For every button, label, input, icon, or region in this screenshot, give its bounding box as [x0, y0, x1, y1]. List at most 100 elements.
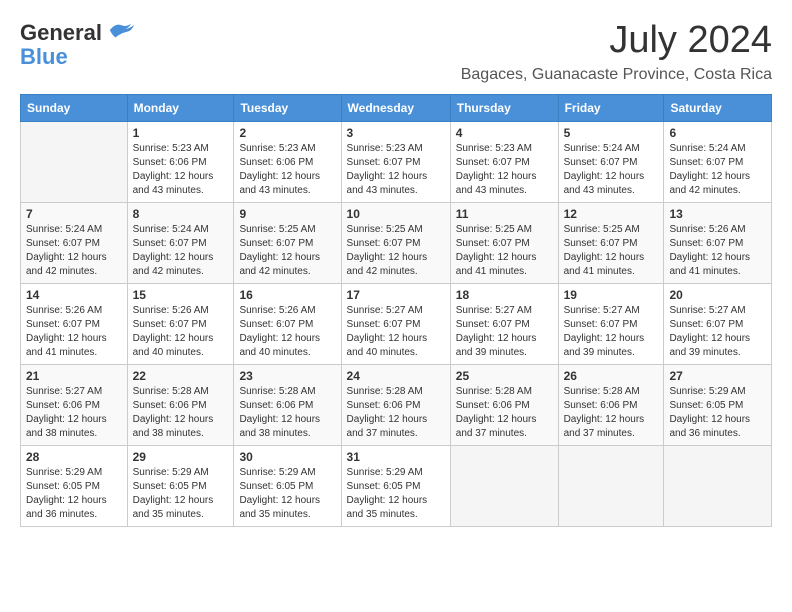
- table-row: 23 Sunrise: 5:28 AM Sunset: 6:06 PM Dayli…: [234, 364, 341, 445]
- day-info: Sunrise: 5:29 AM Sunset: 6:05 PM Dayligh…: [133, 466, 229, 522]
- table-row: 13 Sunrise: 5:26 AM Sunset: 6:07 PM Dayli…: [664, 202, 772, 283]
- table-row: 17Sunrise: 5:27 AM Sunset: 6:07 PM Dayli…: [341, 283, 450, 364]
- logo-blue-text: Blue: [20, 45, 68, 69]
- table-row: 1 Sunrise: 5:23 AM Sunset: 6:06 PM Daylig…: [127, 121, 234, 202]
- day-number: 18: [456, 288, 553, 302]
- day-number: 21: [26, 369, 122, 383]
- day-number: 13: [669, 207, 766, 221]
- table-row: 2 Sunrise: 5:23 AM Sunset: 6:06 PM Daylig…: [234, 121, 341, 202]
- calendar-header-row: Sunday Monday Tuesday Wednesday Thursday…: [21, 94, 772, 121]
- table-row: 11 Sunrise: 5:25 AM Sunset: 6:07 PM Dayli…: [450, 202, 558, 283]
- table-row: 25 Sunrise: 5:28 AM Sunset: 6:06 PM Dayli…: [450, 364, 558, 445]
- day-number: 8: [133, 207, 229, 221]
- day-info: Sunrise: 5:26 AM Sunset: 6:07 PM Dayligh…: [669, 223, 766, 279]
- day-number: 6: [669, 126, 766, 140]
- day-info: Sunrise: 5:23 AM Sunset: 6:07 PM Dayligh…: [456, 142, 553, 198]
- day-number: 19: [564, 288, 659, 302]
- table-row: 4 Sunrise: 5:23 AM Sunset: 6:07 PM Daylig…: [450, 121, 558, 202]
- table-row: 30Sunrise: 5:29 AM Sunset: 6:05 PM Dayli…: [234, 445, 341, 526]
- day-number: 20: [669, 288, 766, 302]
- day-info: Sunrise: 5:23 AM Sunset: 6:07 PM Dayligh…: [347, 142, 445, 198]
- day-info: Sunrise: 5:27 AM Sunset: 6:07 PM Dayligh…: [564, 304, 659, 360]
- table-row: [664, 445, 772, 526]
- day-info: Sunrise: 5:24 AM Sunset: 6:07 PM Dayligh…: [669, 142, 766, 198]
- day-number: 16: [239, 288, 335, 302]
- table-row: 14 Sunrise: 5:26 AM Sunset: 6:07 PM Dayli…: [21, 283, 128, 364]
- day-number: 10: [347, 207, 445, 221]
- table-row: 15 Sunrise: 5:26 AM Sunset: 6:07 PM Dayli…: [127, 283, 234, 364]
- table-row: 16 Sunrise: 5:26 AM Sunset: 6:07 PM Dayli…: [234, 283, 341, 364]
- calendar-week-row: 28 Sunrise: 5:29 AM Sunset: 6:05 PM Dayli…: [21, 445, 772, 526]
- table-row: 5 Sunrise: 5:24 AM Sunset: 6:07 PM Daylig…: [558, 121, 664, 202]
- day-number: 9: [239, 207, 335, 221]
- day-number: 14: [26, 288, 122, 302]
- table-row: 10 Sunrise: 5:25 AM Sunset: 6:07 PM Dayli…: [341, 202, 450, 283]
- day-info: Sunrise: 5:28 AM Sunset: 6:06 PM Dayligh…: [239, 385, 335, 441]
- table-row: 22 Sunrise: 5:28 AM Sunset: 6:06 PM Dayli…: [127, 364, 234, 445]
- day-info: Sunrise: 5:25 AM Sunset: 6:07 PM Dayligh…: [456, 223, 553, 279]
- day-info: Sunrise: 5:27 AM Sunset: 6:07 PM Dayligh…: [456, 304, 553, 360]
- table-row: 3 Sunrise: 5:23 AM Sunset: 6:07 PM Daylig…: [341, 121, 450, 202]
- title-area: July 2024 Bagaces, Guanacaste Province, …: [461, 20, 772, 84]
- day-info: Sunrise: 5:24 AM Sunset: 6:07 PM Dayligh…: [564, 142, 659, 198]
- day-info: Sunrise: 5:25 AM Sunset: 6:07 PM Dayligh…: [347, 223, 445, 279]
- day-number: 3: [347, 126, 445, 140]
- table-row: 31 Sunrise: 5:29 AM Sunset: 6:05 PM Dayli…: [341, 445, 450, 526]
- table-row: 8 Sunrise: 5:24 AM Sunset: 6:07 PM Daylig…: [127, 202, 234, 283]
- day-info: Sunrise: 5:28 AM Sunset: 6:06 PM Dayligh…: [564, 385, 659, 441]
- day-number: 24: [347, 369, 445, 383]
- day-number: 22: [133, 369, 229, 383]
- calendar-week-row: 21 Sunrise: 5:27 AM Sunset: 6:06 PM Dayli…: [21, 364, 772, 445]
- day-info: Sunrise: 5:29 AM Sunset: 6:05 PM Dayligh…: [347, 466, 445, 522]
- month-title: July 2024: [461, 20, 772, 62]
- location-title: Bagaces, Guanacaste Province, Costa Rica: [461, 66, 772, 84]
- day-info: Sunrise: 5:26 AM Sunset: 6:07 PM Dayligh…: [239, 304, 335, 360]
- calendar-week-row: 14 Sunrise: 5:26 AM Sunset: 6:07 PM Dayli…: [21, 283, 772, 364]
- day-info: Sunrise: 5:27 AM Sunset: 6:06 PM Dayligh…: [26, 385, 122, 441]
- day-info: Sunrise: 5:26 AM Sunset: 6:07 PM Dayligh…: [26, 304, 122, 360]
- table-row: 12Sunrise: 5:25 AM Sunset: 6:07 PM Dayli…: [558, 202, 664, 283]
- header-monday: Monday: [127, 94, 234, 121]
- logo-bird-icon: [108, 20, 136, 40]
- day-number: 11: [456, 207, 553, 221]
- day-number: 1: [133, 126, 229, 140]
- day-number: 27: [669, 369, 766, 383]
- day-info: Sunrise: 5:23 AM Sunset: 6:06 PM Dayligh…: [133, 142, 229, 198]
- day-info: Sunrise: 5:24 AM Sunset: 6:07 PM Dayligh…: [26, 223, 122, 279]
- day-number: 29: [133, 450, 229, 464]
- day-number: 25: [456, 369, 553, 383]
- header-friday: Friday: [558, 94, 664, 121]
- table-row: 20 Sunrise: 5:27 AM Sunset: 6:07 PM Dayli…: [664, 283, 772, 364]
- day-info: Sunrise: 5:25 AM Sunset: 6:07 PM Dayligh…: [564, 223, 659, 279]
- day-number: 23: [239, 369, 335, 383]
- day-info: Sunrise: 5:26 AM Sunset: 6:07 PM Dayligh…: [133, 304, 229, 360]
- day-number: 7: [26, 207, 122, 221]
- table-row: [558, 445, 664, 526]
- table-row: [21, 121, 128, 202]
- day-number: 28: [26, 450, 122, 464]
- day-number: 5: [564, 126, 659, 140]
- day-number: 31: [347, 450, 445, 464]
- day-number: 4: [456, 126, 553, 140]
- table-row: 26Sunrise: 5:28 AM Sunset: 6:06 PM Dayli…: [558, 364, 664, 445]
- table-row: 18 Sunrise: 5:27 AM Sunset: 6:07 PM Dayli…: [450, 283, 558, 364]
- header-thursday: Thursday: [450, 94, 558, 121]
- day-number: 15: [133, 288, 229, 302]
- calendar-week-row: 1 Sunrise: 5:23 AM Sunset: 6:06 PM Daylig…: [21, 121, 772, 202]
- table-row: 24 Sunrise: 5:28 AM Sunset: 6:06 PM Dayli…: [341, 364, 450, 445]
- day-info: Sunrise: 5:29 AM Sunset: 6:05 PM Dayligh…: [26, 466, 122, 522]
- logo: General Blue: [20, 20, 136, 69]
- calendar-table: Sunday Monday Tuesday Wednesday Thursday…: [20, 94, 772, 527]
- day-number: 2: [239, 126, 335, 140]
- day-info: Sunrise: 5:25 AM Sunset: 6:07 PM Dayligh…: [239, 223, 335, 279]
- day-info: Sunrise: 5:28 AM Sunset: 6:06 PM Dayligh…: [456, 385, 553, 441]
- day-info: Sunrise: 5:23 AM Sunset: 6:06 PM Dayligh…: [239, 142, 335, 198]
- day-info: Sunrise: 5:27 AM Sunset: 6:07 PM Dayligh…: [347, 304, 445, 360]
- logo-general-text: General: [20, 20, 102, 45]
- table-row: 29 Sunrise: 5:29 AM Sunset: 6:05 PM Dayli…: [127, 445, 234, 526]
- day-info: Sunrise: 5:27 AM Sunset: 6:07 PM Dayligh…: [669, 304, 766, 360]
- day-info: Sunrise: 5:24 AM Sunset: 6:07 PM Dayligh…: [133, 223, 229, 279]
- day-info: Sunrise: 5:28 AM Sunset: 6:06 PM Dayligh…: [347, 385, 445, 441]
- day-info: Sunrise: 5:29 AM Sunset: 6:05 PM Dayligh…: [239, 466, 335, 522]
- day-info: Sunrise: 5:28 AM Sunset: 6:06 PM Dayligh…: [133, 385, 229, 441]
